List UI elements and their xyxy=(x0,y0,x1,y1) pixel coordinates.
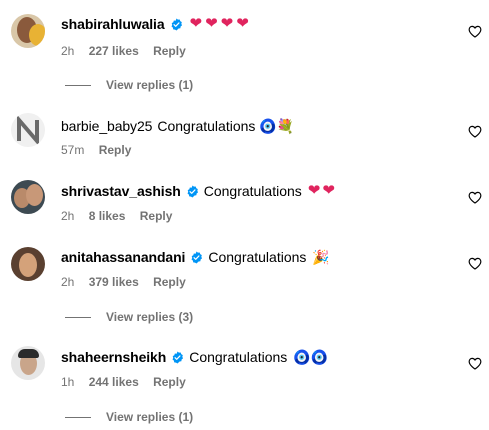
likes-count[interactable]: 244 likes xyxy=(89,375,139,389)
comment-meta: 2h 8 likes Reply xyxy=(61,209,183,223)
view-replies-label: View replies (1) xyxy=(106,78,194,92)
comment-text-line: shabirahluwalia ❤❤❤❤ xyxy=(61,15,252,33)
reply-button[interactable]: Reply xyxy=(140,209,173,223)
avatar[interactable] xyxy=(11,180,45,214)
comment-meta: 1h 244 likes Reply xyxy=(61,375,197,389)
username[interactable]: shabirahluwalia xyxy=(61,15,165,33)
avatar[interactable] xyxy=(11,346,45,380)
comment-meta: 57m Reply xyxy=(61,143,142,157)
party-popper-emoji: 🎉 xyxy=(312,249,330,265)
avatar[interactable] xyxy=(11,14,45,48)
comment-meta: 2h 227 likes Reply xyxy=(61,44,197,58)
nazar-amulet-emoji: 🧿🧿 xyxy=(293,349,329,365)
divider-line xyxy=(65,416,91,418)
reply-button[interactable]: Reply xyxy=(99,143,132,157)
comment-time: 2h xyxy=(61,209,75,223)
view-replies-button[interactable]: View replies (1) xyxy=(65,410,193,424)
comment-body: Congratulations xyxy=(208,249,307,265)
comment-body: Congratulations xyxy=(203,183,302,199)
verified-badge-icon xyxy=(172,351,184,363)
likes-count[interactable]: 379 likes xyxy=(89,275,139,289)
view-replies-label: View replies (3) xyxy=(106,310,194,324)
comment-meta: 2h 379 likes Reply xyxy=(61,275,197,289)
verified-badge-icon xyxy=(191,251,203,263)
username[interactable]: shaheernsheikh xyxy=(61,348,166,366)
comment-text-line: shrivastav_ashish Congratulations ❤❤ xyxy=(61,182,337,200)
username[interactable]: anitahassanandani xyxy=(61,248,185,266)
view-replies-button[interactable]: View replies (1) xyxy=(65,78,193,92)
reply-button[interactable]: Reply xyxy=(153,275,186,289)
heart-outline-icon[interactable] xyxy=(468,357,482,370)
view-replies-label: View replies (1) xyxy=(106,410,194,424)
comment-text-line: shaheernsheikh Congratulations 🧿🧿 xyxy=(61,348,328,366)
view-replies-button[interactable]: View replies (3) xyxy=(65,310,193,324)
avatar-logo xyxy=(17,114,39,147)
comment-time: 57m xyxy=(61,143,85,157)
comment-body: Congratulations xyxy=(189,349,288,365)
heart-outline-icon[interactable] xyxy=(468,191,482,204)
comment-time: 2h xyxy=(61,44,75,58)
heart-emoji: ❤❤ xyxy=(307,182,337,199)
comment-time: 2h xyxy=(61,275,75,289)
heart-emoji: ❤❤❤❤ xyxy=(189,15,252,32)
comment-time: 1h xyxy=(61,375,75,389)
reply-button[interactable]: Reply xyxy=(153,375,186,389)
heart-outline-icon[interactable] xyxy=(468,125,482,138)
comment-body: Congratulations xyxy=(157,118,256,134)
username[interactable]: barbie_baby25 xyxy=(61,117,152,135)
heart-outline-icon[interactable] xyxy=(468,25,482,38)
username[interactable]: shrivastav_ashish xyxy=(61,182,181,200)
comment-text-line: barbie_baby25 Congratulations 🧿💐 xyxy=(61,117,294,135)
verified-badge-icon xyxy=(171,18,182,30)
avatar[interactable] xyxy=(11,247,45,281)
verified-badge-icon xyxy=(187,185,198,197)
likes-count[interactable]: 8 likes xyxy=(89,209,126,223)
divider-line xyxy=(65,84,91,86)
comment-text-line: anitahassanandani Congratulations 🎉 xyxy=(61,248,330,266)
avatar[interactable] xyxy=(11,113,45,147)
likes-count[interactable]: 227 likes xyxy=(89,44,139,58)
reply-button[interactable]: Reply xyxy=(153,44,186,58)
divider-line xyxy=(65,316,91,318)
comment-emoji: 🧿💐 xyxy=(259,118,295,134)
heart-outline-icon[interactable] xyxy=(468,257,482,270)
